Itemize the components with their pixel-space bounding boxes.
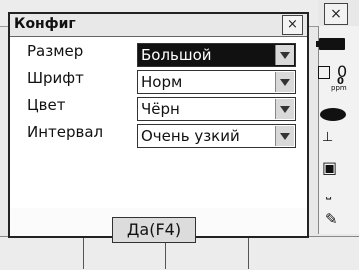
- font-value: Норм: [141, 73, 183, 91]
- dialog-titlebar: Конфиг ×: [10, 14, 307, 37]
- color-select[interactable]: Чёрн: [137, 97, 296, 121]
- ppm-unit: ppm: [331, 84, 347, 92]
- size-value: Большой: [141, 46, 212, 64]
- edit-icon[interactable]: ✎: [325, 210, 338, 228]
- divider: [83, 236, 84, 269]
- spacing-select[interactable]: Очень узкий: [137, 124, 296, 148]
- dialog-body: Размер Большой Шрифт Норм Цвет Чёрн Инте…: [10, 37, 307, 208]
- spacing-label: Интервал: [27, 123, 104, 141]
- font-label: Шрифт: [27, 69, 84, 87]
- chevron-down-icon[interactable]: [275, 126, 294, 146]
- spacing-value: Очень узкий: [141, 127, 240, 145]
- size-select[interactable]: Большой: [137, 43, 296, 67]
- ok-button[interactable]: Да(F4): [112, 217, 196, 243]
- battery-icon: [316, 38, 345, 50]
- screen: × 0 0 ppm ⊥ ▣ ⎵ ✎ Конфиг × Размер Большо…: [0, 0, 359, 270]
- divider: [248, 236, 249, 269]
- background-close-button[interactable]: ×: [324, 3, 348, 25]
- level-icon: ⎵: [326, 185, 332, 200]
- laser-eye-icon: [320, 108, 346, 121]
- chevron-down-icon[interactable]: [275, 45, 294, 65]
- dialog-title: Конфиг: [14, 16, 76, 32]
- size-label: Размер: [27, 42, 84, 60]
- tilt-icon: ⊥: [322, 130, 334, 145]
- font-select[interactable]: Норм: [137, 70, 296, 94]
- color-value: Чёрн: [141, 100, 180, 118]
- prism-constant-icon: [318, 66, 330, 79]
- config-dialog: Конфиг × Размер Большой Шрифт Норм Цвет …: [8, 12, 309, 238]
- color-label: Цвет: [27, 96, 66, 114]
- chevron-down-icon[interactable]: [275, 99, 294, 119]
- chevron-down-icon[interactable]: [275, 72, 294, 92]
- dialog-close-button[interactable]: ×: [282, 15, 303, 35]
- target-icon: ▣: [322, 158, 338, 177]
